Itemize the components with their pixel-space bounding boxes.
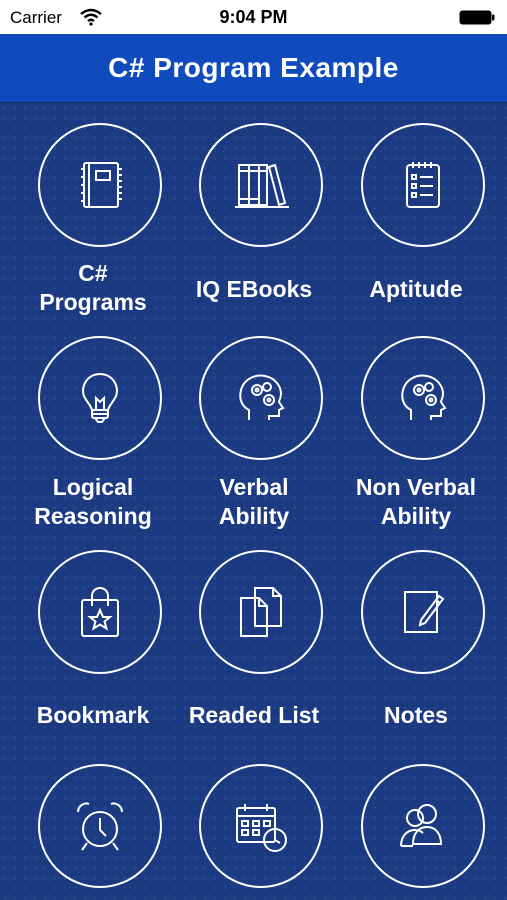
lightbulb-icon xyxy=(81,372,119,423)
notebook-icon xyxy=(81,162,122,208)
status-bar: Carrier 9:04 PM xyxy=(0,0,507,34)
csharp-programs-button[interactable] xyxy=(38,123,162,247)
verbal-ability-label: Verbal Ability xyxy=(169,473,339,531)
verbal-ability-button[interactable] xyxy=(199,336,323,460)
iq-ebooks-label: IQ EBooks xyxy=(195,276,313,302)
books-icon xyxy=(235,163,289,208)
label-line-1: C# xyxy=(78,260,108,286)
alarm-clock-icon xyxy=(77,802,123,851)
label-line-2: Reasoning xyxy=(34,503,152,529)
alarm-button[interactable] xyxy=(38,764,162,888)
non-verbal-ability-label: Non Verbal Ability xyxy=(331,473,501,531)
notes-button[interactable] xyxy=(361,550,485,674)
label-line-2: Ability xyxy=(380,503,452,529)
notes-label: Notes xyxy=(384,702,448,728)
logical-reasoning-button[interactable] xyxy=(38,336,162,460)
brain-gears-icon xyxy=(401,374,447,420)
calendar-clock-icon xyxy=(236,804,287,852)
brain-gears-icon xyxy=(239,374,285,420)
calendar-button[interactable] xyxy=(199,764,323,888)
bookmark-button[interactable] xyxy=(38,550,162,674)
bag-star-icon xyxy=(81,586,119,637)
menu-grid: C# Programs IQ EBooks Aptitude Logical R… xyxy=(0,103,507,900)
iq-ebooks-button[interactable] xyxy=(199,123,323,247)
aptitude-button[interactable] xyxy=(361,123,485,247)
bookmark-label: Bookmark xyxy=(36,702,150,728)
label-line-2: Ability xyxy=(218,503,290,529)
checklist-icon xyxy=(406,162,440,208)
non-verbal-ability-button[interactable] xyxy=(361,336,485,460)
aptitude-label: Aptitude xyxy=(369,276,463,302)
csharp-programs-label: C# Programs xyxy=(8,259,178,317)
users-icon xyxy=(400,804,443,847)
readed-list-label: Readed List xyxy=(188,702,320,728)
logical-reasoning-label: Logical Reasoning xyxy=(8,473,178,531)
label-line-1: Verbal xyxy=(219,474,289,500)
clock-time: 9:04 PM xyxy=(219,7,288,27)
note-pencil-icon xyxy=(404,591,445,633)
battery-icon xyxy=(459,10,495,25)
label-line-1: Logical xyxy=(52,474,134,500)
documents-icon xyxy=(240,587,282,637)
users-button[interactable] xyxy=(361,764,485,888)
label-line-2: Programs xyxy=(39,289,147,315)
page-title: C# Program Example xyxy=(108,52,399,83)
readed-list-button[interactable] xyxy=(199,550,323,674)
navigation-bar: C# Program Example xyxy=(0,34,507,102)
label-line-1: Non Verbal xyxy=(355,474,477,500)
